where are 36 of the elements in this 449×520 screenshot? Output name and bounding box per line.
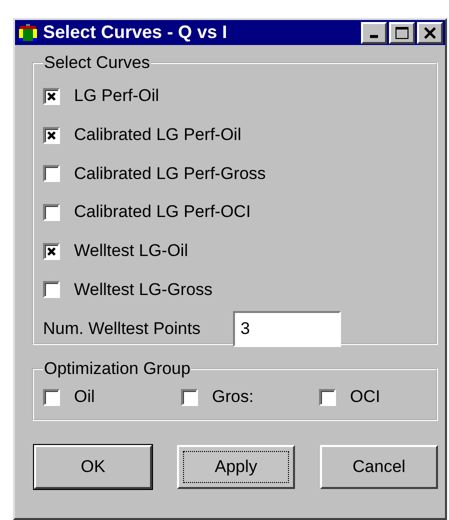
checkbox-label: OCI [350,387,380,407]
checkbox-label: Welltest LG-Gross [74,280,213,300]
app-icon [18,22,38,42]
checkbox-label: Welltest LG-Oil [74,241,188,262]
cross-mark-icon [46,90,57,102]
checkbox[interactable] [43,204,60,221]
checkbox-label: Calibrated LG Perf-OCI [74,202,251,222]
field-label: Num. Welltest Points [43,319,200,340]
checkbox-label: Calibrated LG Perf-Gross [74,164,266,184]
checkbox[interactable] [319,388,336,406]
input-field[interactable]: 3 [233,311,342,348]
dialog-button[interactable]: Apply [177,445,295,489]
checkbox[interactable] [43,88,60,105]
checkbox-label: Calibrated LG Perf-Oil [74,125,242,146]
maximize-button[interactable] [389,22,415,44]
group-title: Optimization Group [43,359,192,379]
dialog-button[interactable]: OK [34,445,152,489]
checkbox[interactable] [43,165,60,182]
checkbox-label: Gros: [212,387,254,407]
checkbox[interactable] [43,126,60,144]
close-icon [422,26,438,40]
minimize-icon [370,35,378,38]
group-title: Select Curves [43,53,151,73]
checkbox[interactable] [43,281,60,298]
checkbox[interactable] [43,388,60,406]
checkbox[interactable] [43,242,60,260]
maximize-icon [394,26,410,40]
cross-mark-icon [46,246,57,257]
checkbox-label: Oil [74,387,95,407]
window-title: Select Curves - Q vs I [43,22,228,43]
cross-mark-icon [46,130,57,141]
checkbox-label: LG Perf-Oil [74,86,160,106]
minimize-button[interactable] [361,22,387,44]
close-button[interactable] [417,22,443,44]
dialog-button[interactable]: Cancel [320,445,438,489]
checkbox[interactable] [181,388,198,406]
